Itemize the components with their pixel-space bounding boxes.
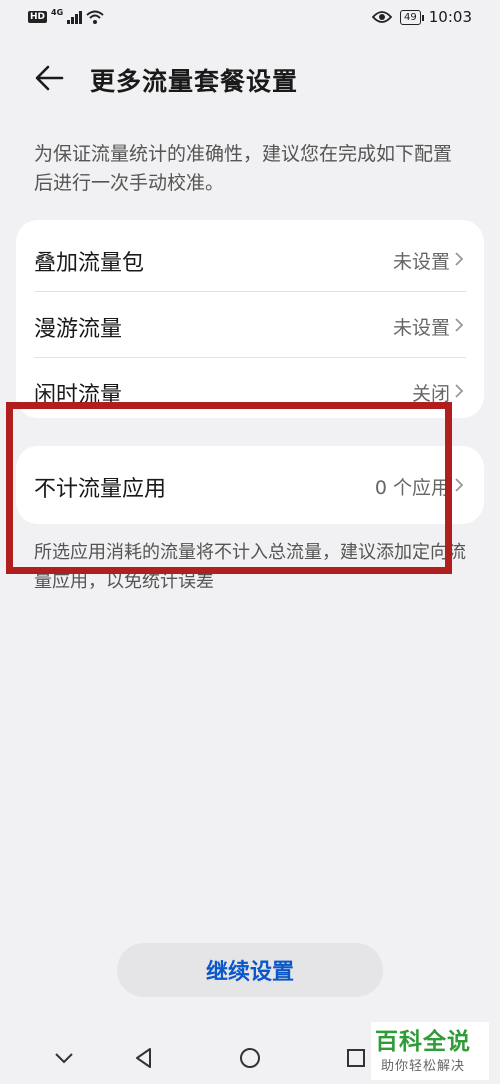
clock: 10:03 [428, 8, 472, 26]
hd-indicator: HD [28, 11, 48, 23]
chevron-down-icon[interactable] [50, 1044, 78, 1072]
status-left: HD 4G [28, 8, 104, 24]
eye-icon [372, 11, 393, 23]
continue-button[interactable]: 继续设置 [117, 943, 383, 997]
signal-icon [67, 10, 83, 24]
back-arrow-icon[interactable] [32, 60, 68, 96]
chevron-right-icon [455, 252, 464, 266]
calibration-description: 为保证流量统计的准确性，建议您在完成如下配置后进行一次手动校准。 [34, 143, 453, 194]
setting-label: 叠加流量包 [34, 251, 145, 276]
chevron-right-icon [455, 478, 464, 492]
recents-nav-icon[interactable] [342, 1044, 370, 1072]
chevron-right-icon [455, 318, 464, 332]
header: 更多流量套餐设置 [0, 50, 500, 106]
network-type: 4G [51, 8, 64, 17]
setting-row-addon-package[interactable]: 叠加流量包 未设置 [16, 226, 484, 292]
setting-label: 漫游流量 [34, 317, 123, 342]
package-settings-card: 叠加流量包 未设置 漫游流量 未设置 闲时流量 关闭 [16, 220, 484, 418]
setting-value: 未设置 [392, 251, 450, 273]
setting-row-roaming[interactable]: 漫游流量 未设置 [16, 292, 484, 358]
page-title: 更多流量套餐设置 [90, 67, 299, 96]
setting-value: 未设置 [392, 317, 450, 339]
battery-icon: 49 [400, 9, 424, 25]
status-bar: HD 4G 49 10:03 [0, 0, 500, 36]
home-nav-icon[interactable] [236, 1044, 264, 1072]
watermark-subtitle: 助你轻松解决 [381, 1059, 466, 1074]
watermark-logo: 百科全说 助你轻松解决 [371, 1022, 489, 1080]
chevron-right-icon [455, 384, 464, 398]
highlight-box [6, 402, 452, 574]
status-right: 49 10:03 [372, 8, 472, 26]
wifi-icon [86, 10, 104, 24]
back-nav-icon[interactable] [130, 1044, 158, 1072]
watermark-title: 百科全说 [375, 1029, 471, 1055]
